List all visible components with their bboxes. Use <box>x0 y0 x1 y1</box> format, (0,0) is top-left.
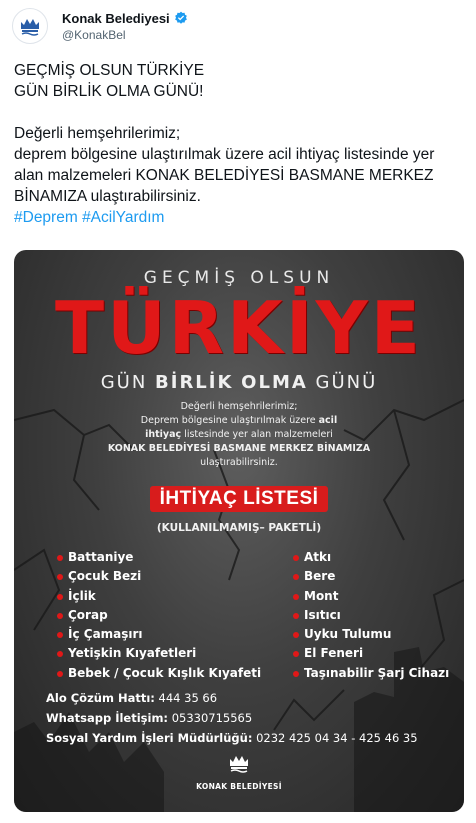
tweet-header: Konak Belediyesi @KonakBel <box>12 8 188 44</box>
verified-badge-icon <box>174 11 187 24</box>
list-item: Çocuk Bezi <box>56 567 261 586</box>
subtitle-word: GÜN <box>100 372 148 393</box>
list-item: Isıtıcı <box>292 606 449 625</box>
list-item: Bebek / Çocuk Kışlık Kıyafeti <box>56 664 261 683</box>
needs-list-right: Atkı Bere Mont Isıtıcı Uyku Tulumu El Fe… <box>292 548 449 683</box>
list-item: Çorap <box>56 606 261 625</box>
hashtag-deprem[interactable]: #Deprem <box>14 209 78 226</box>
intro-line: Deprem bölgesine ulaştırılmak üzere <box>140 415 316 426</box>
intro-address: KONAK BELEDİYESİ BASMANE MERKEZ BİNAMIZA <box>107 443 371 454</box>
intro-emphasis: ihtiyaç <box>145 429 182 440</box>
needs-list-left: Battaniye Çocuk Bezi İçlik Çorap İç Çama… <box>56 548 261 683</box>
contact-value: 05330715565 <box>171 711 253 725</box>
contact-value: 0232 425 04 34 - 425 46 35 <box>256 731 418 745</box>
poster-logo-text: KONAK BELEDİYESİ <box>196 782 282 791</box>
list-item: Bere <box>292 567 449 586</box>
display-name[interactable]: Konak Belediyesi <box>62 11 170 26</box>
intro-line: ulaştırabilirsiniz. <box>200 457 278 468</box>
tweet-line: GEÇMİŞ OLSUN TÜRKİYE <box>14 62 205 79</box>
contact-info: Alo Çözüm Hattı: 444 35 66 Whatsapp İlet… <box>46 688 418 748</box>
list-item: İç Çamaşırı <box>56 625 261 644</box>
list-item: Yetişkin Kıyafetleri <box>56 644 261 663</box>
konak-crest-icon <box>230 756 248 773</box>
list-item: Mont <box>292 587 449 606</box>
list-title: İHTİYAÇ LİSTESİ <box>149 486 329 512</box>
subtitle-word: GÜNÜ <box>315 372 378 393</box>
poster-intro-text: Değerli hemşehrilerimiz; Deprem bölgesin… <box>14 400 464 470</box>
subtitle-word: BİRLİK <box>155 372 234 393</box>
hashtag-acilyardim[interactable]: #AcilYardım <box>82 209 164 226</box>
tweet-line: deprem bölgesine ulaştırılmak üzere acil… <box>14 146 435 205</box>
intro-line: Değerli hemşehrilerimiz; <box>180 401 298 412</box>
account-handle[interactable]: @KonakBel <box>62 28 188 42</box>
avatar[interactable] <box>12 8 48 44</box>
contact-label: Alo Çözüm Hattı: <box>46 691 155 705</box>
list-title-badge: İHTİYAÇ LİSTESİ <box>14 486 464 512</box>
tweet-media-image[interactable]: GEÇMİŞ OLSUN TÜRKİYE GÜN BİRLİK OLMA GÜN… <box>14 250 464 812</box>
list-item: Uyku Tulumu <box>292 625 449 644</box>
poster-logo: KONAK BELEDİYESİ <box>14 750 464 791</box>
contact-value: 444 35 66 <box>158 691 218 705</box>
list-item: İçlik <box>56 587 261 606</box>
list-item: El Feneri <box>292 644 449 663</box>
intro-emphasis: acil <box>318 415 338 426</box>
tweet-line: Değerli hemşehrilerimiz; <box>14 125 181 142</box>
list-item: Battaniye <box>56 548 261 567</box>
contact-label: Whatsapp İletişim: <box>46 711 169 725</box>
tweet-text: GEÇMİŞ OLSUN TÜRKİYE GÜN BİRLİK OLMA GÜN… <box>14 60 464 228</box>
tweet-line: GÜN BİRLİK OLMA GÜNÜ! <box>14 83 204 100</box>
contact-label: Sosyal Yardım İşleri Müdürlüğü: <box>46 731 253 745</box>
list-item: Atkı <box>292 548 449 567</box>
poster-title-main: TÜRKİYE <box>55 286 423 370</box>
intro-line: listesinde yer alan malzemeleri <box>184 429 333 440</box>
poster-subtitle: GÜN BİRLİK OLMA GÜNÜ <box>14 372 464 393</box>
subtitle-word: OLMA <box>241 372 308 393</box>
list-note: (KULLANILMAMIŞ– PAKETLİ) <box>156 522 322 534</box>
konak-crest-icon <box>21 19 39 36</box>
list-item: Taşınabilir Şarj Cihazı <box>292 664 449 683</box>
